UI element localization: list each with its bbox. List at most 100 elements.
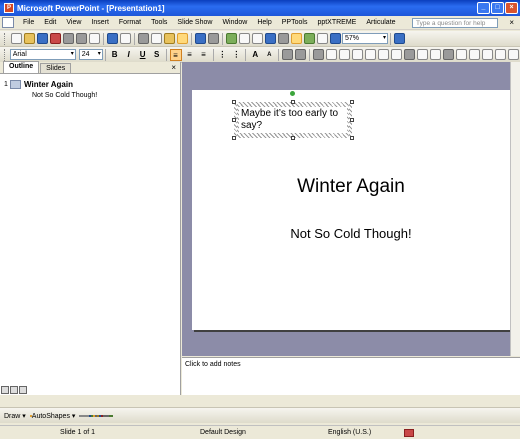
menu-view[interactable]: View (61, 19, 86, 26)
insert-table-icon[interactable] (239, 33, 250, 44)
notes-pane[interactable]: Click to add notes (182, 357, 520, 395)
menu-window[interactable]: Window (217, 19, 252, 26)
menu-file[interactable]: File (18, 19, 39, 26)
resize-handle[interactable] (350, 136, 354, 140)
align-right-button[interactable]: ≡ (198, 49, 210, 61)
document-icon[interactable] (2, 17, 14, 28)
shadow-button[interactable]: S (151, 49, 163, 61)
menu-format[interactable]: Format (114, 19, 146, 26)
tab-outline[interactable]: Outline (3, 61, 40, 73)
undo-icon[interactable] (195, 33, 206, 44)
research-icon[interactable] (120, 33, 131, 44)
tab-slides[interactable]: Slides (40, 63, 72, 73)
close-button[interactable]: × (505, 2, 518, 14)
selected-textbox[interactable]: Maybe it’s too early to say? (232, 100, 354, 140)
print-preview-icon[interactable] (89, 33, 100, 44)
slide-subtitle[interactable]: Not So Cold Though! (192, 226, 510, 241)
bullets-button[interactable]: ⋮ (230, 49, 242, 61)
align-bottom-icon[interactable] (391, 49, 402, 60)
slide-sorter-view-icon[interactable] (10, 386, 18, 394)
resize-handle[interactable] (291, 136, 295, 140)
slide-show-view-icon[interactable] (19, 386, 27, 394)
outline-content[interactable]: 1 Winter Again Not So Cold Though! (0, 74, 180, 101)
ungroup-icon[interactable] (469, 49, 480, 60)
align-middle-icon[interactable] (378, 49, 389, 60)
minimize-button[interactable]: _ (477, 2, 490, 14)
open-icon[interactable] (24, 33, 35, 44)
outline-slide-row[interactable]: 1 Winter Again (4, 78, 180, 90)
insert-picture-icon[interactable] (278, 33, 289, 44)
resize-handle[interactable] (232, 118, 236, 122)
resize-handle[interactable] (232, 100, 236, 104)
copy-icon[interactable] (151, 33, 162, 44)
paste-icon[interactable] (164, 33, 175, 44)
maximize-button[interactable]: □ (491, 2, 504, 14)
distribute-vertical-icon[interactable] (352, 49, 363, 60)
help-search-input[interactable]: Type a question for help (412, 18, 498, 28)
toolbar-grip[interactable] (4, 32, 7, 45)
toolbar-grip[interactable] (4, 48, 7, 61)
menu-pptxtreme[interactable]: pptXTREME (312, 19, 361, 26)
flip-horizontal-icon[interactable] (417, 49, 428, 60)
align-top-icon[interactable] (365, 49, 376, 60)
normal-view-icon[interactable] (1, 386, 9, 394)
color-grayscale-icon[interactable] (330, 33, 341, 44)
status-design[interactable]: Default Design (200, 429, 246, 436)
document-close-icon[interactable]: × (509, 18, 514, 27)
send-backward-icon[interactable] (495, 49, 506, 60)
font-size-select[interactable]: 24 (78, 49, 103, 60)
new-icon[interactable] (11, 33, 22, 44)
spelling-icon[interactable] (107, 33, 118, 44)
expand-all-icon[interactable] (291, 33, 302, 44)
status-language[interactable]: English (U.S.) (328, 429, 371, 436)
resize-handle[interactable] (350, 100, 354, 104)
save-icon[interactable] (37, 33, 48, 44)
numbering-button[interactable]: ⋮ (216, 49, 228, 61)
line-style-icon[interactable] (404, 49, 415, 60)
align-left-button[interactable]: ≡ (169, 48, 182, 61)
vertical-scrollbar[interactable] (510, 62, 520, 356)
draw-menu-button[interactable]: Draw ▾ (4, 412, 26, 420)
print-icon[interactable] (76, 33, 87, 44)
textbox-text[interactable]: Maybe it’s too early to say? (239, 107, 347, 133)
menu-articulate[interactable]: Articulate (361, 19, 400, 26)
flip-vertical-icon[interactable] (430, 49, 441, 60)
align-center-button[interactable]: ≡ (184, 49, 196, 61)
show-formatting-icon[interactable] (304, 33, 315, 44)
grid-icon[interactable] (317, 33, 328, 44)
menu-pptools[interactable]: PPTools (277, 19, 313, 26)
undo-small-icon[interactable] (508, 49, 519, 60)
insert-hyperlink-icon[interactable] (265, 33, 276, 44)
bring-forward-icon[interactable] (482, 49, 493, 60)
3d-style-icon[interactable] (111, 414, 114, 417)
italic-button[interactable]: I (123, 49, 135, 61)
outline-bullet[interactable]: Not So Cold Though! (4, 90, 180, 101)
underline-button[interactable]: U (137, 49, 149, 61)
permission-icon[interactable] (50, 33, 61, 44)
outline-slide-title[interactable]: Winter Again (24, 80, 73, 89)
format-painter-icon[interactable] (177, 33, 188, 44)
toolbar-options-icon[interactable] (313, 49, 324, 60)
slide-title[interactable]: Winter Again (192, 176, 510, 198)
rotate-icon[interactable] (443, 49, 454, 60)
resize-handle[interactable] (350, 118, 354, 122)
menu-tools[interactable]: Tools (146, 19, 172, 26)
menu-help[interactable]: Help (252, 19, 276, 26)
increase-indent-icon[interactable] (295, 49, 307, 60)
align-tools-icon[interactable] (326, 49, 337, 60)
menu-slide-show[interactable]: Slide Show (172, 19, 217, 26)
pane-close-icon[interactable]: × (171, 63, 176, 72)
help-icon[interactable] (394, 33, 405, 44)
insert-chart-icon[interactable] (226, 33, 237, 44)
decrease-font-button[interactable]: A (263, 49, 275, 61)
redo-icon[interactable] (208, 33, 219, 44)
decrease-indent-icon[interactable] (282, 49, 294, 60)
group-icon[interactable] (456, 49, 467, 60)
increase-font-button[interactable]: A (249, 49, 261, 61)
slide-canvas[interactable]: Maybe it’s too early to say? Winter Agai… (192, 90, 510, 330)
distribute-horizontal-icon[interactable] (339, 49, 350, 60)
menu-edit[interactable]: Edit (39, 19, 61, 26)
resize-handle[interactable] (291, 100, 295, 104)
resize-handle[interactable] (232, 136, 236, 140)
rotate-handle[interactable] (290, 91, 295, 96)
